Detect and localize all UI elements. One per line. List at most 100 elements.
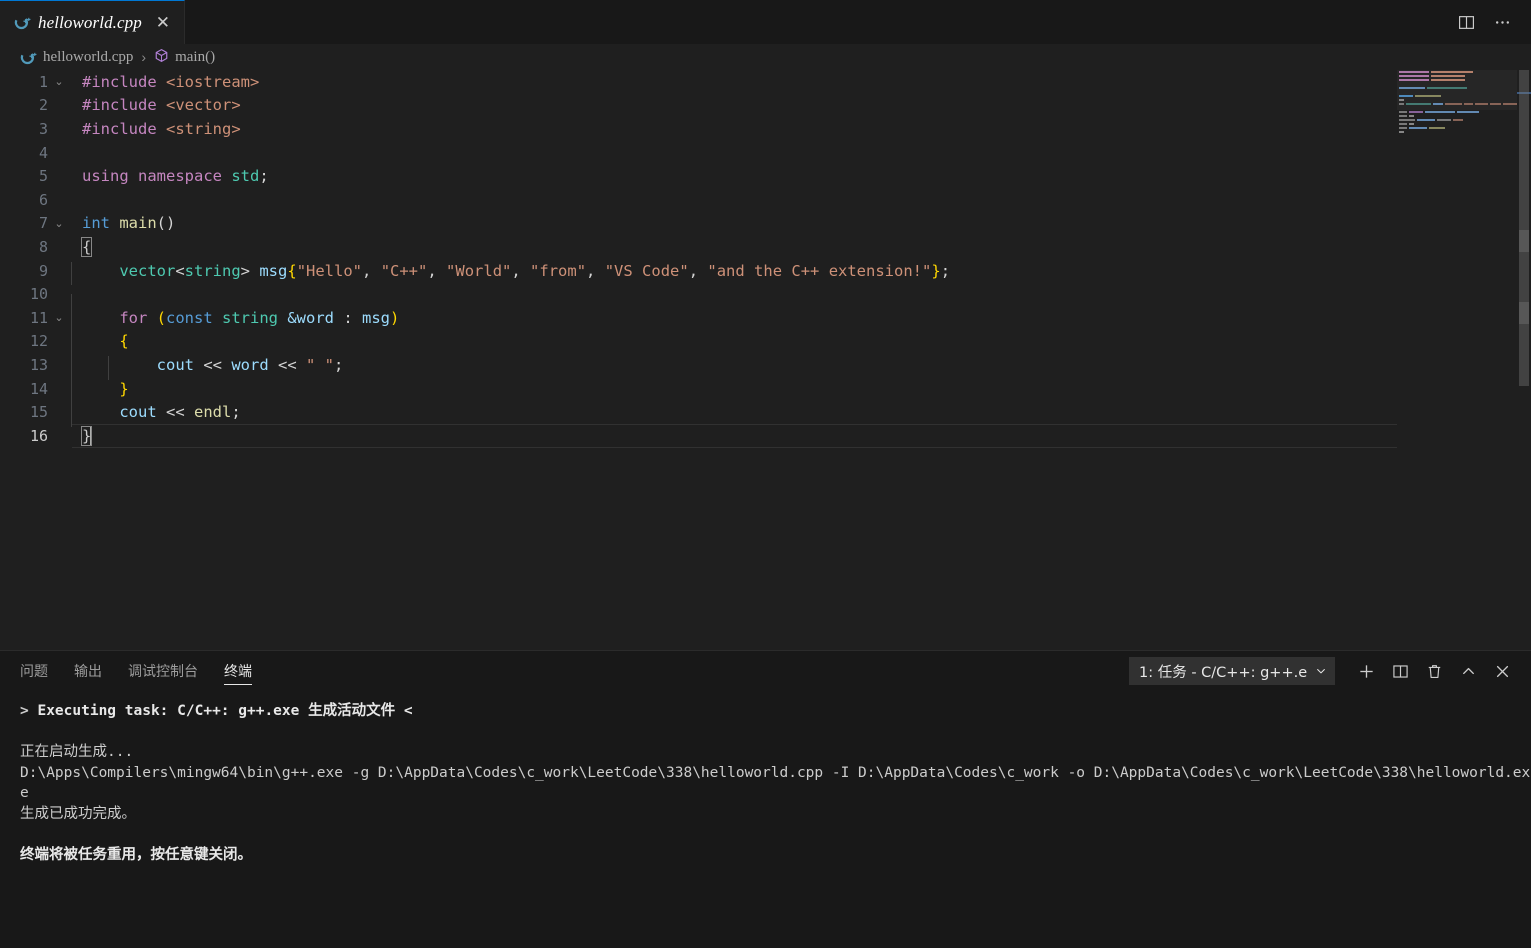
cpp-file-icon [20,49,37,66]
terminal-line-text: 生成已成功完成。 [20,806,136,822]
code-line[interactable]: 2#include <vector> [0,94,1531,118]
split-terminal-icon[interactable] [1385,656,1415,686]
new-terminal-icon[interactable] [1351,656,1381,686]
minimap-segment [1475,103,1488,105]
line-number: 11 [0,309,48,327]
more-actions-icon[interactable] [1487,7,1517,37]
code-token: { [119,332,128,350]
code-line[interactable]: 6 [0,188,1531,212]
panel-tab-problems[interactable]: 问题 [20,651,48,691]
terminal-line: 终端将被任务重用，按任意键关闭。 [20,845,1531,866]
minimap-segment [1399,99,1404,101]
line-number: 12 [0,332,48,350]
panel-tab-output[interactable]: 输出 [74,651,102,691]
breadcrumb-item-symbol[interactable]: main() [175,49,215,66]
minimap-segment [1437,119,1451,121]
terminal-output[interactable]: > Executing task: C/C++: g++.exe 生成活动文件 … [0,691,1531,948]
code-token: int [82,214,119,232]
code-text: } [70,380,129,398]
minimap-line [1397,130,1517,134]
code-line[interactable]: 7⌄int main() [0,212,1531,236]
editor-vertical-scrollbar[interactable] [1517,70,1531,650]
kill-terminal-icon[interactable] [1419,656,1449,686]
code-token: "World" [446,262,511,280]
editor-area[interactable]: 1⌄#include <iostream>2#include <vector>3… [0,70,1531,650]
code-token: () [157,214,176,232]
code-token: ; [334,356,343,374]
code-line[interactable]: 13 cout << word << " "; [0,353,1531,377]
code-token: msg [362,309,390,327]
code-token: "C++" [381,262,428,280]
code-token: , [586,262,605,280]
editor-tab-bar: helloworld.cpp ✕ [0,0,1531,44]
maximize-panel-icon[interactable] [1453,656,1483,686]
terminal-selector-value: 1: 任务 - C/C++: g++.e [1139,661,1307,682]
line-number: 8 [0,238,48,256]
code-line[interactable]: 5using namespace std; [0,164,1531,188]
split-editor-icon[interactable] [1451,7,1481,37]
code-token: <string> [166,120,241,138]
code-line[interactable]: 14 } [0,377,1531,401]
code-line[interactable]: 16} [0,424,1531,448]
panel-tab-label: 输出 [74,661,102,681]
line-number: 5 [0,167,48,185]
breadcrumb-item-file[interactable]: helloworld.cpp [43,49,133,66]
fold-chevron-down-icon[interactable]: ⌄ [48,75,70,88]
minimap-segment [1464,103,1473,105]
code-line[interactable]: 1⌄#include <iostream> [0,70,1531,94]
code-text: vector<string> msg{"Hello", "C++", "Worl… [70,262,950,280]
symbol-method-icon [154,48,169,66]
code-line[interactable]: 11⌄ for (const string &word : msg) [0,306,1531,330]
code-text: int main() [70,214,175,232]
code-token: cout [119,403,166,421]
scrollbar-mark-lower[interactable] [1519,302,1529,324]
close-panel-icon[interactable] [1487,656,1517,686]
code-line[interactable]: 8{ [0,235,1531,259]
scrollbar-mark-upper[interactable] [1519,230,1529,252]
code-line[interactable]: 15 cout << endl; [0,400,1531,424]
panel-tab-label: 问题 [20,661,48,681]
minimap-segment [1399,87,1425,89]
code-line[interactable]: 3#include <string> [0,117,1531,141]
panel-tab-label: 终端 [224,661,252,681]
code-token [82,356,157,374]
close-icon[interactable]: ✕ [153,14,173,31]
code-token: msg [259,262,287,280]
code-token: "and the C++ extension!" [707,262,931,280]
minimap-segment [1399,115,1407,117]
minimap[interactable] [1397,70,1517,650]
line-number: 15 [0,403,48,421]
code-token: << [278,356,306,374]
line-number: 1 [0,73,48,91]
minimap-segment [1427,87,1467,89]
minimap-segment [1457,111,1479,113]
code-token: ( [157,309,166,327]
fold-chevron-down-icon[interactable]: ⌄ [48,311,70,324]
code-token [82,309,119,327]
minimap-segment [1399,131,1404,133]
terminal-line-text: D:\Apps\Compilers\mingw64\bin\g++.exe -g… [20,765,1530,802]
minimap-segment [1431,71,1473,73]
minimap-segment [1399,95,1413,97]
code-line[interactable]: 10 [0,282,1531,306]
code-token: , [689,262,708,280]
code-line[interactable]: 12 { [0,330,1531,354]
minimap-segment [1399,103,1404,105]
terminal-line-text: 终端将被任务重用，按任意键关闭。 [20,847,252,863]
minimap-segment [1490,103,1500,105]
panel-tab-debug-console[interactable]: 调试控制台 [128,651,198,691]
vscode-window: helloworld.cpp ✕ [0,0,1531,948]
code-lines[interactable]: 1⌄#include <iostream>2#include <vector>3… [0,70,1531,650]
code-line[interactable]: 4 [0,141,1531,165]
code-token: word [231,356,278,374]
terminal-selector-dropdown[interactable]: 1: 任务 - C/C++: g++.e [1129,657,1335,685]
fold-chevron-down-icon[interactable]: ⌄ [48,217,70,230]
scrollbar-thumb[interactable] [1519,70,1529,386]
code-token [82,332,119,350]
panel-tab-terminal[interactable]: 终端 [224,651,252,691]
editor-tab-helloworld-cpp[interactable]: helloworld.cpp ✕ [0,0,185,44]
minimap-segment [1433,103,1443,105]
code-line[interactable]: 9 vector<string> msg{"Hello", "C++", "Wo… [0,259,1531,283]
minimap-segment [1399,71,1429,73]
code-token: using [82,167,138,185]
